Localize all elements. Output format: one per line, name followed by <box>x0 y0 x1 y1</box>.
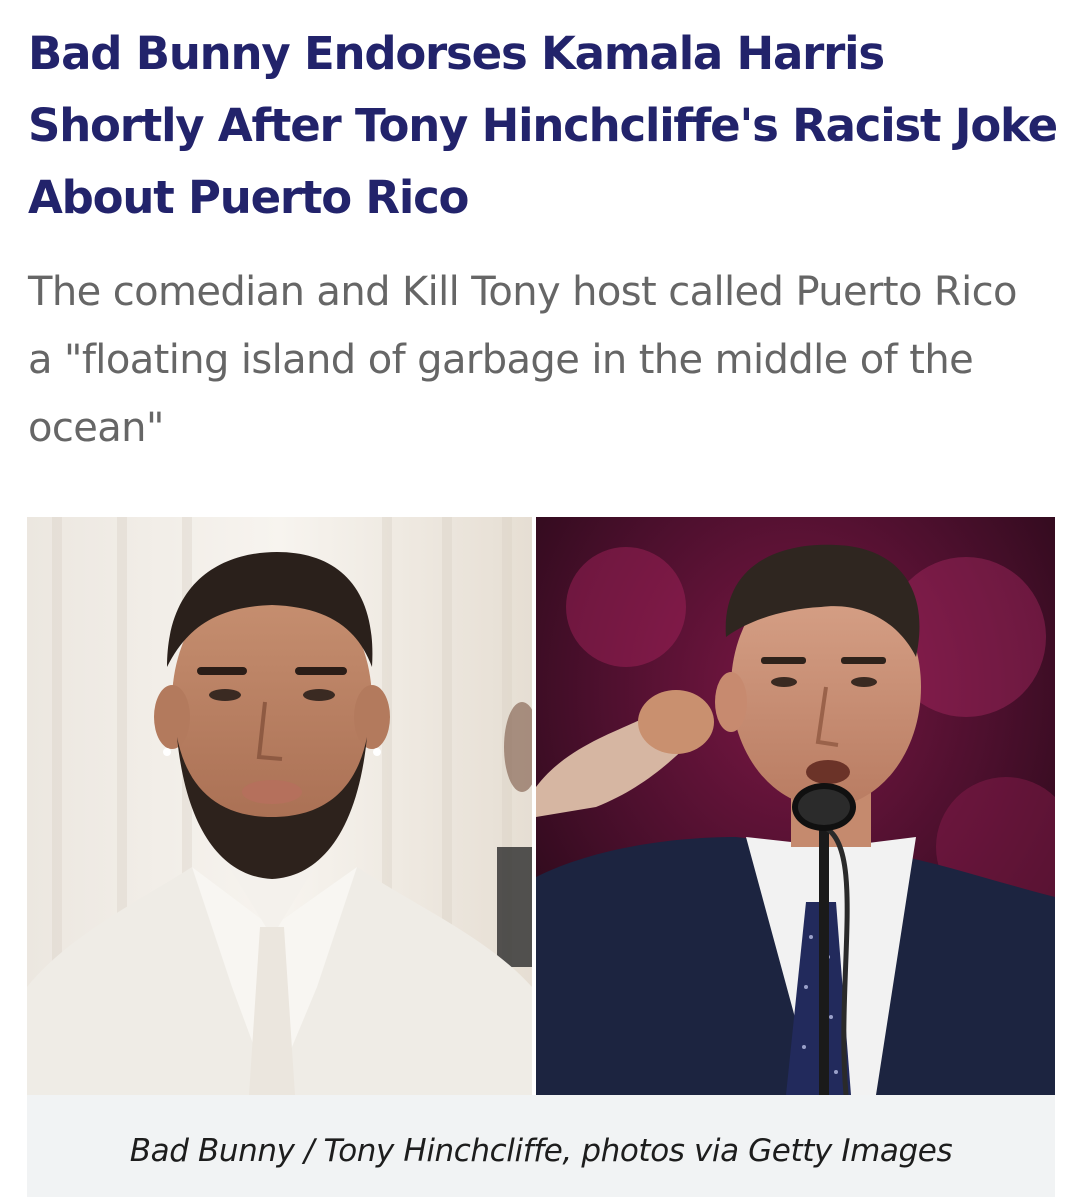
photo-tony-hinchcliffe <box>536 517 1055 1095</box>
image-caption-box: Bad Bunny / Tony Hinchcliffe, photos via… <box>27 1095 1055 1197</box>
portrait-illustration-right <box>536 517 1055 1095</box>
photo-bad-bunny <box>27 517 532 1095</box>
image-caption: Bad Bunny / Tony Hinchcliffe, photos via… <box>129 1133 953 1169</box>
article-lead-image <box>27 517 1055 1095</box>
article-headline: Bad Bunny Endorses Kamala Harris Shortly… <box>28 27 1058 224</box>
portrait-illustration-left <box>27 517 532 1095</box>
article-subheadline: The comedian and Kill Tony host called P… <box>28 269 1018 451</box>
